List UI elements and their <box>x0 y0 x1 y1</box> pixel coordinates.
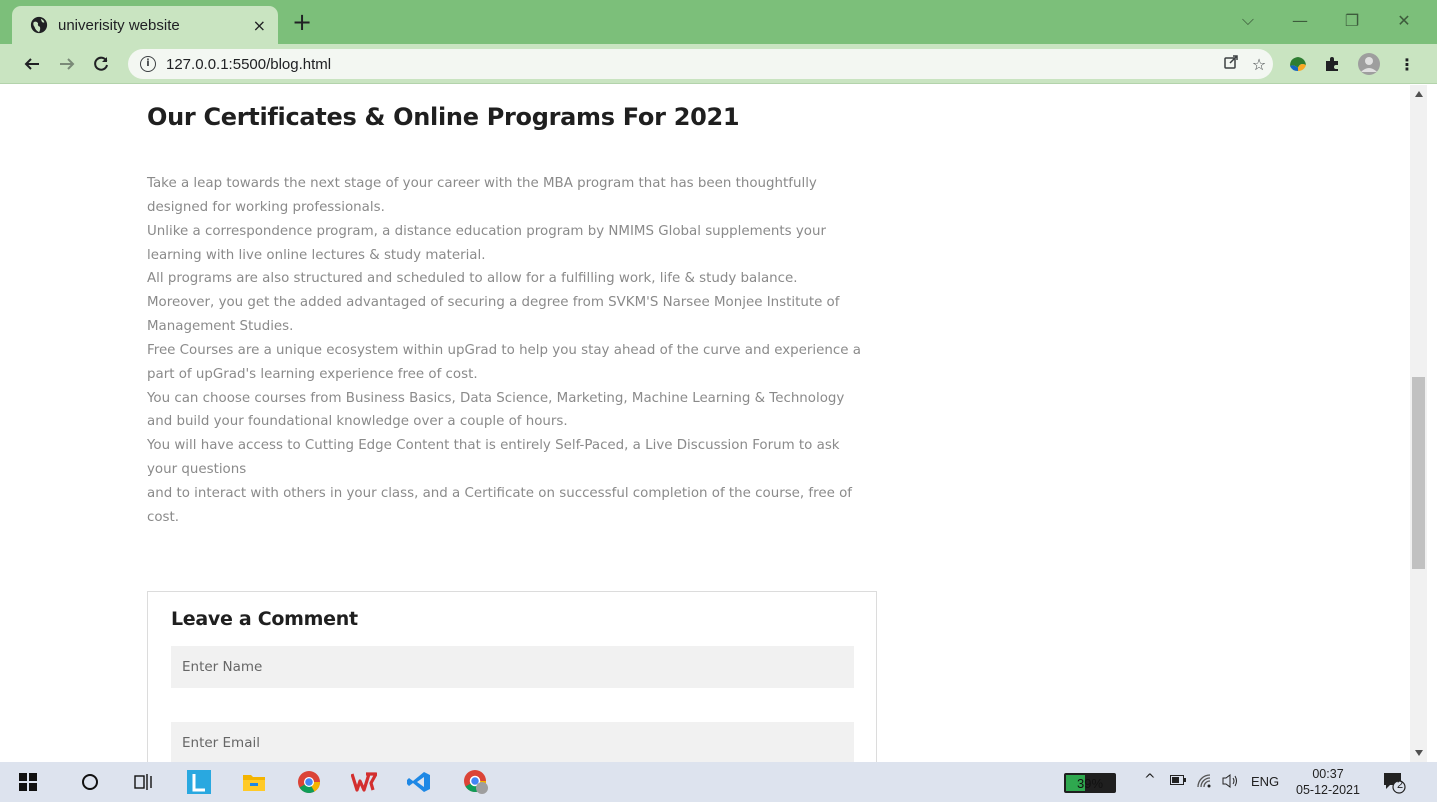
notification-count: 2 <box>1396 779 1404 791</box>
browser-toolbar: i 127.0.0.1:5500/blog.html ☆ ⋮ <box>0 44 1437 84</box>
extension-colorful-icon[interactable] <box>1287 53 1309 75</box>
close-window-button[interactable]: ✕ <box>1384 0 1424 40</box>
wifi-icon[interactable] <box>1196 773 1214 793</box>
article-line: Moreover, you get the added advantaged o… <box>147 295 840 311</box>
browser-tab[interactable]: univerisity website × <box>12 6 278 44</box>
clock-date: 05-12-2021 <box>1296 783 1360 797</box>
scroll-up-arrow-icon[interactable] <box>1410 87 1427 101</box>
reload-icon <box>94 56 108 71</box>
scroll-down-arrow-icon[interactable] <box>1410 746 1427 760</box>
lens-app-icon[interactable] <box>185 768 213 796</box>
comment-title: Leave a Comment <box>171 608 358 630</box>
reload-button[interactable] <box>88 50 114 78</box>
comment-form: Leave a Comment <box>147 591 877 762</box>
bookmark-star-icon[interactable]: ☆ <box>1245 55 1273 74</box>
article-line: your questions <box>147 462 247 478</box>
email-input[interactable] <box>171 722 854 762</box>
article-line: You will have access to Cutting Edge Con… <box>147 438 840 454</box>
url-text: 127.0.0.1:5500/blog.html <box>166 55 332 73</box>
tab-title: univerisity website <box>58 16 180 34</box>
vscode-icon[interactable] <box>405 768 433 796</box>
browser-tab-strip: univerisity website × + ⌵ — ❐ ✕ <box>0 0 1437 44</box>
windows-taskbar: 39% ^ ENG 00:37 05-12-2021 2 <box>0 762 1437 802</box>
browser-menu-icon[interactable]: ⋮ <box>1396 53 1418 75</box>
task-view-icon[interactable] <box>130 768 158 796</box>
minimize-button[interactable]: — <box>1280 0 1320 40</box>
article-body: Take a leap towards the next stage of yo… <box>147 172 887 530</box>
profile-avatar[interactable] <box>1358 53 1380 75</box>
name-input[interactable] <box>171 646 854 688</box>
scroll-thumb[interactable] <box>1412 377 1425 569</box>
battery-indicator[interactable]: 39% <box>1064 773 1116 793</box>
article-line: Take a leap towards the next stage of yo… <box>147 176 817 191</box>
language-indicator[interactable]: ENG <box>1251 774 1279 789</box>
article-line: Management Studies. <box>147 319 294 335</box>
back-arrow-icon <box>24 58 39 70</box>
article-line: part of upGrad's learning experience fre… <box>147 366 478 382</box>
article-line: Unlike a correspondence program, a dista… <box>147 223 826 239</box>
article-line: and build your foundational knowledge ov… <box>147 414 568 430</box>
article-line: learning with live online lectures & stu… <box>147 247 486 263</box>
battery-percent: 39% <box>1076 775 1104 791</box>
page-viewport: Our Certificates & Online Programs For 2… <box>0 85 1410 762</box>
wps-office-icon[interactable] <box>350 768 378 796</box>
article-line: cost. <box>147 509 180 525</box>
file-explorer-icon[interactable] <box>240 768 268 796</box>
notification-center-icon[interactable]: 2 <box>1380 768 1408 796</box>
windows-start-icon[interactable] <box>14 768 42 796</box>
tab-close-icon[interactable]: × <box>253 16 266 35</box>
globe-icon <box>30 16 48 34</box>
share-icon[interactable] <box>1217 54 1245 74</box>
restore-button[interactable]: ❐ <box>1332 0 1372 40</box>
page-title: Our Certificates & Online Programs For 2… <box>147 103 740 131</box>
tray-chevron-up-icon[interactable]: ^ <box>1144 772 1156 788</box>
article-line: Free Courses are a unique ecosystem with… <box>147 342 861 358</box>
chrome-icon[interactable] <box>295 768 323 796</box>
chrome-profile-icon[interactable] <box>462 768 490 796</box>
site-info-icon[interactable]: i <box>140 56 156 72</box>
extensions-puzzle-icon[interactable] <box>1321 53 1343 75</box>
search-circle-icon[interactable] <box>76 768 104 796</box>
forward-button[interactable] <box>54 50 80 78</box>
article-line: and to interact with others in your clas… <box>147 485 852 501</box>
new-tab-button[interactable]: + <box>292 10 312 34</box>
forward-arrow-icon <box>60 58 75 70</box>
clock-time: 00:37 <box>1312 767 1344 781</box>
article-line: designed for working professionals. <box>147 199 385 215</box>
speaker-icon[interactable] <box>1222 773 1240 793</box>
tray-battery-icon[interactable] <box>1170 774 1186 790</box>
page-scrollbar[interactable] <box>1410 85 1427 762</box>
address-bar[interactable]: i 127.0.0.1:5500/blog.html ☆ <box>128 49 1273 79</box>
taskbar-clock[interactable]: 00:37 05-12-2021 <box>1288 766 1368 798</box>
back-button[interactable] <box>19 50 45 78</box>
tab-search-icon[interactable]: ⌵ <box>1228 0 1268 40</box>
article-line: All programs are also structured and sch… <box>147 271 798 287</box>
article-line: You can choose courses from Business Bas… <box>147 390 845 406</box>
